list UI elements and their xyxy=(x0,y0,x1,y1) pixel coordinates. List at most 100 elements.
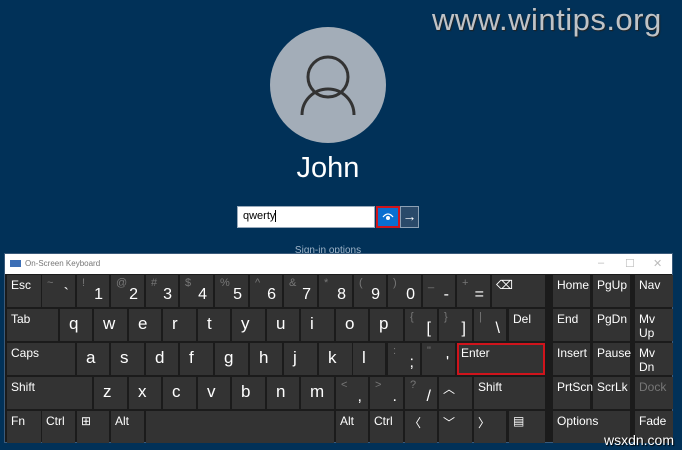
key-o[interactable]: o xyxy=(336,309,368,341)
key-label: Esc xyxy=(11,278,32,292)
key-label: i xyxy=(310,314,314,333)
key-del[interactable]: Del xyxy=(509,309,545,341)
key-k[interactable]: k xyxy=(319,343,352,375)
key--[interactable]: 〉 xyxy=(474,411,506,443)
key--[interactable]: }] xyxy=(439,309,472,341)
key-g[interactable]: g xyxy=(215,343,248,375)
key--[interactable]: ~ ` xyxy=(42,275,75,307)
key-tab[interactable]: Tab xyxy=(7,309,58,341)
key-4[interactable]: $4 xyxy=(180,275,213,307)
key-9[interactable]: (9 xyxy=(354,275,386,307)
key-caps[interactable]: Caps xyxy=(7,343,75,375)
key-0[interactable]: ) 0 xyxy=(388,275,421,307)
key--[interactable]: >. xyxy=(370,377,403,409)
osk-title-bar[interactable]: On-Screen Keyboard – ☐ ✕ xyxy=(5,254,672,274)
key-p[interactable]: p xyxy=(370,309,403,341)
key-r[interactable]: r xyxy=(163,309,196,341)
key-s[interactable]: s xyxy=(111,343,144,375)
key-8[interactable]: * 8 xyxy=(319,275,352,307)
key-label: PrtScn xyxy=(557,380,594,394)
reveal-password-button[interactable] xyxy=(376,206,400,228)
key-z[interactable]: z xyxy=(94,377,127,409)
key-y[interactable]: y xyxy=(232,309,265,341)
key-f[interactable]: f xyxy=(180,343,213,375)
key-shift[interactable]: Shift xyxy=(7,377,92,409)
key-label: 9 xyxy=(371,286,380,303)
key-nav[interactable]: Nav xyxy=(635,275,673,307)
key--[interactable]: {[ xyxy=(405,309,437,341)
key-label: Ctrl xyxy=(374,414,393,428)
keyboard-icon xyxy=(10,260,21,267)
key-space[interactable] xyxy=(146,411,334,443)
key-label: k xyxy=(328,348,337,367)
key-alt[interactable]: Alt xyxy=(111,411,144,443)
key-esc[interactable]: Esc xyxy=(7,275,41,307)
key--[interactable]: | \ xyxy=(474,309,506,341)
key-label: 〉 xyxy=(478,416,491,430)
key-w[interactable]: w xyxy=(94,309,127,341)
key-mv-up[interactable]: Mv Up xyxy=(635,309,673,341)
key-scrlk[interactable]: ScrLk xyxy=(593,377,630,409)
key-x[interactable]: x xyxy=(129,377,161,409)
key-v[interactable]: v xyxy=(198,377,230,409)
key-6[interactable]: ^ 6 xyxy=(250,275,282,307)
key--[interactable]: ﹀ xyxy=(439,411,472,443)
key--[interactable]: + = xyxy=(457,275,490,307)
key-q[interactable]: q xyxy=(60,309,92,341)
key-alt[interactable]: Alt xyxy=(336,411,368,443)
key--[interactable]: :; xyxy=(388,343,420,375)
key--[interactable]: 〈 xyxy=(405,411,437,443)
close-button[interactable]: ✕ xyxy=(653,257,662,270)
key-label: Mv Dn xyxy=(639,346,655,374)
key-i[interactable]: i xyxy=(301,309,334,341)
key--[interactable]: _ - xyxy=(423,275,455,307)
key-pause[interactable]: Pause xyxy=(593,343,631,375)
key-a[interactable]: a xyxy=(77,343,109,375)
key-ctrl[interactable]: Ctrl xyxy=(370,411,403,443)
key-l[interactable]: l xyxy=(353,343,385,375)
key-3[interactable]: #3 xyxy=(146,275,178,307)
key-h[interactable]: h xyxy=(250,343,282,375)
key-1[interactable]: ! 1 xyxy=(77,275,109,307)
key-enter[interactable]: Enter xyxy=(457,343,545,375)
key-u[interactable]: u xyxy=(267,309,299,341)
key-label: 5 xyxy=(233,286,242,303)
key-pgup[interactable]: PgUp xyxy=(593,275,630,307)
key-label: t xyxy=(207,314,212,333)
key-7[interactable]: & 7 xyxy=(284,275,317,307)
key--[interactable]: " ' xyxy=(422,343,455,375)
key-insert[interactable]: Insert xyxy=(553,343,590,375)
key-e[interactable]: e xyxy=(129,309,161,341)
key--[interactable]: ︿ xyxy=(439,377,472,409)
key-c[interactable]: c xyxy=(163,377,196,409)
key-label: Options xyxy=(557,414,599,428)
key-label: ] xyxy=(461,320,466,337)
key-ctrl[interactable]: Ctrl xyxy=(42,411,75,443)
key-5[interactable]: % 5 xyxy=(215,275,248,307)
key-pgdn[interactable]: PgDn xyxy=(593,309,630,341)
maximize-button[interactable]: ☐ xyxy=(625,257,635,270)
key-j[interactable]: j xyxy=(284,343,317,375)
key-mv-dn[interactable]: Mv Dn xyxy=(635,343,673,375)
key-prtscn[interactable]: PrtScn xyxy=(553,377,594,409)
key-b[interactable]: b xyxy=(232,377,265,409)
key--[interactable]: <, xyxy=(336,377,368,409)
key-t[interactable]: t xyxy=(198,309,230,341)
key-m[interactable]: m xyxy=(301,377,334,409)
key-end[interactable]: End xyxy=(553,309,590,341)
key--[interactable]: ⌫ xyxy=(492,275,545,307)
key-2[interactable]: @2 xyxy=(111,275,144,307)
password-input[interactable]: qwerty xyxy=(237,206,375,228)
key-d[interactable]: d xyxy=(146,343,178,375)
key-home[interactable]: Home xyxy=(553,275,590,307)
key--[interactable]: ? / xyxy=(405,377,437,409)
key-fn[interactable]: Fn xyxy=(7,411,41,443)
submit-button[interactable]: → xyxy=(400,206,419,228)
key--[interactable]: ⊞ xyxy=(77,411,109,443)
key-n[interactable]: n xyxy=(267,377,299,409)
key-label: j xyxy=(293,348,297,367)
key-dock[interactable]: Dock xyxy=(635,377,673,409)
key--[interactable]: ▤ xyxy=(509,411,545,443)
key-shift[interactable]: Shift xyxy=(474,377,545,409)
minimize-button[interactable]: – xyxy=(598,257,604,269)
